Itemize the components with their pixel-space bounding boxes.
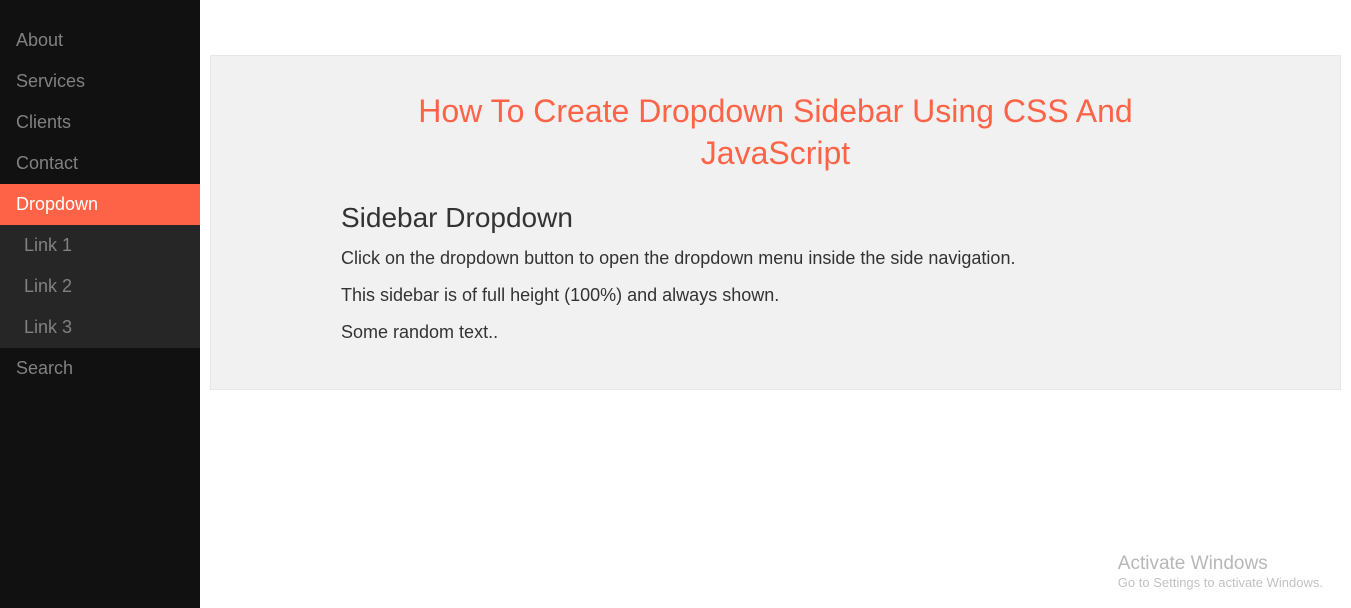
watermark-title: Activate Windows xyxy=(1118,553,1323,575)
paragraph-2: This sidebar is of full height (100%) an… xyxy=(341,285,1210,306)
sidebar-item-services[interactable]: Services xyxy=(0,61,200,102)
sidebar-nav: About Services Clients Contact Dropdown … xyxy=(0,0,200,608)
page-title: How To Create Dropdown Sidebar Using CSS… xyxy=(341,91,1210,174)
sidebar-item-clients[interactable]: Clients xyxy=(0,102,200,143)
watermark-subtitle: Go to Settings to activate Windows. xyxy=(1118,575,1323,590)
sidebar-item-search[interactable]: Search xyxy=(0,348,200,389)
section-heading: Sidebar Dropdown xyxy=(341,202,1210,234)
windows-activation-watermark: Activate Windows Go to Settings to activ… xyxy=(1118,553,1323,590)
sidebar-dropdown-link-3[interactable]: Link 3 xyxy=(8,307,200,348)
sidebar-dropdown-link-1[interactable]: Link 1 xyxy=(8,225,200,266)
sidebar-dropdown-link-2[interactable]: Link 2 xyxy=(8,266,200,307)
main-content: How To Create Dropdown Sidebar Using CSS… xyxy=(200,0,1351,390)
paragraph-3: Some random text.. xyxy=(341,322,1210,343)
sidebar-item-about[interactable]: About xyxy=(0,20,200,61)
content-card: How To Create Dropdown Sidebar Using CSS… xyxy=(210,55,1341,390)
sidebar-dropdown-button[interactable]: Dropdown xyxy=(0,184,200,225)
sidebar-item-contact[interactable]: Contact xyxy=(0,143,200,184)
paragraph-1: Click on the dropdown button to open the… xyxy=(341,248,1210,269)
sidebar-dropdown-container: Link 1 Link 2 Link 3 xyxy=(0,225,200,348)
